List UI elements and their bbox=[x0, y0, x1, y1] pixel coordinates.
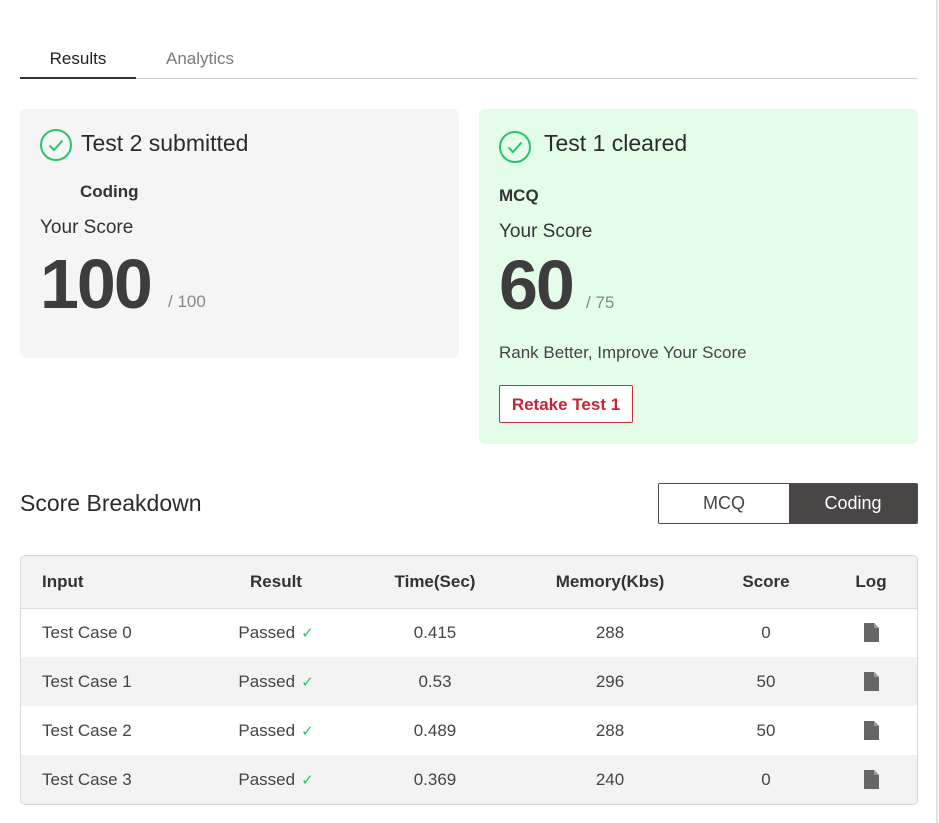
result-text: Passed bbox=[238, 769, 296, 789]
toggle-mcq-button[interactable]: MCQ bbox=[659, 484, 789, 523]
cell-score: 50 bbox=[756, 720, 776, 740]
tab-analytics[interactable]: Analytics bbox=[136, 40, 264, 78]
cell-input: Test Case 0 bbox=[42, 622, 132, 642]
cell-log bbox=[831, 608, 911, 657]
check-mark-icon: ✓ bbox=[301, 624, 314, 642]
cell-memory: 288 bbox=[595, 720, 625, 740]
cell-time: 0.415 bbox=[413, 622, 457, 642]
check-mark-icon: ✓ bbox=[301, 673, 314, 691]
tab-results[interactable]: Results bbox=[20, 40, 136, 79]
toggle-coding-button[interactable]: Coding bbox=[789, 484, 917, 523]
file-icon[interactable] bbox=[863, 721, 879, 740]
cell-result: Passed ✓ bbox=[196, 706, 356, 755]
cell-input: Test Case 1 bbox=[42, 671, 132, 691]
cell-memory: 288 bbox=[595, 622, 625, 642]
score-label: Your Score bbox=[40, 217, 134, 238]
column-header-time: Time(Sec) bbox=[394, 572, 476, 591]
cell-time: 0.53 bbox=[418, 671, 452, 691]
cell-log bbox=[831, 755, 911, 804]
check-circle-icon bbox=[40, 129, 72, 161]
cell-result: Passed ✓ bbox=[196, 608, 356, 657]
cell-result: Passed ✓ bbox=[196, 657, 356, 706]
card-title: Test 1 cleared bbox=[544, 130, 688, 156]
score-value: 60 bbox=[499, 246, 575, 324]
table-row: Test Case 3 Passed ✓ 0.369 240 0 bbox=[21, 755, 917, 804]
cell-result: Passed ✓ bbox=[196, 755, 356, 804]
results-tabs: Results Analytics bbox=[20, 40, 918, 79]
test-1-result-card: Test 1 cleared MCQ Your Score 60 / 75 Ra… bbox=[479, 109, 918, 444]
score-breakdown-title: Score Breakdown bbox=[20, 490, 202, 516]
column-header-input: Input bbox=[42, 572, 84, 591]
test-2-result-card: Test 2 submitted Coding Your Score 100 /… bbox=[20, 109, 459, 358]
column-header-memory: Memory(Kbs) bbox=[555, 572, 665, 591]
cell-log bbox=[831, 657, 911, 706]
test-type-toggle: MCQ Coding bbox=[658, 483, 918, 524]
result-text: Passed bbox=[238, 671, 296, 691]
card-title: Test 2 submitted bbox=[81, 130, 249, 156]
check-mark-icon: ✓ bbox=[301, 771, 314, 789]
cell-score: 50 bbox=[756, 671, 776, 691]
cell-time: 0.369 bbox=[413, 769, 457, 789]
test-type-label: Coding bbox=[80, 182, 139, 201]
cell-log bbox=[831, 706, 911, 755]
table-row: Test Case 2 Passed ✓ 0.489 288 50 bbox=[21, 706, 917, 755]
cell-memory: 240 bbox=[595, 769, 625, 789]
score-label: Your Score bbox=[499, 221, 593, 242]
table-row: Test Case 1 Passed ✓ 0.53 296 50 bbox=[21, 657, 917, 706]
cell-score: 0 bbox=[761, 769, 771, 789]
column-header-result: Result bbox=[250, 572, 302, 591]
rank-hint-text: Rank Better, Improve Your Score bbox=[499, 343, 747, 362]
column-header-score: Score bbox=[742, 572, 790, 591]
file-icon[interactable] bbox=[863, 770, 879, 789]
result-text: Passed bbox=[238, 622, 296, 642]
check-circle-icon bbox=[499, 131, 531, 163]
table-row: Test Case 0 Passed ✓ 0.415 288 0 bbox=[21, 608, 917, 657]
table-header: Input Result Time(Sec) Memory(Kbs) Score… bbox=[21, 556, 917, 609]
score-value: 100 bbox=[40, 245, 153, 323]
test-type-label: MCQ bbox=[499, 186, 539, 205]
cell-input: Test Case 2 bbox=[42, 720, 132, 740]
right-edge-divider bbox=[936, 0, 938, 823]
column-header-log: Log bbox=[855, 572, 887, 591]
score-breakdown-table: Input Result Time(Sec) Memory(Kbs) Score… bbox=[20, 555, 918, 805]
file-icon[interactable] bbox=[863, 623, 879, 642]
check-mark-icon: ✓ bbox=[301, 722, 314, 740]
retake-test-button[interactable]: Retake Test 1 bbox=[499, 385, 633, 423]
cell-input: Test Case 3 bbox=[42, 769, 132, 789]
cell-score: 0 bbox=[761, 622, 771, 642]
file-icon[interactable] bbox=[863, 672, 879, 691]
cell-time: 0.489 bbox=[413, 720, 457, 740]
cell-memory: 296 bbox=[595, 671, 625, 691]
score-max: / 100 bbox=[168, 292, 206, 311]
result-text: Passed bbox=[238, 720, 296, 740]
score-max: / 75 bbox=[586, 293, 615, 312]
